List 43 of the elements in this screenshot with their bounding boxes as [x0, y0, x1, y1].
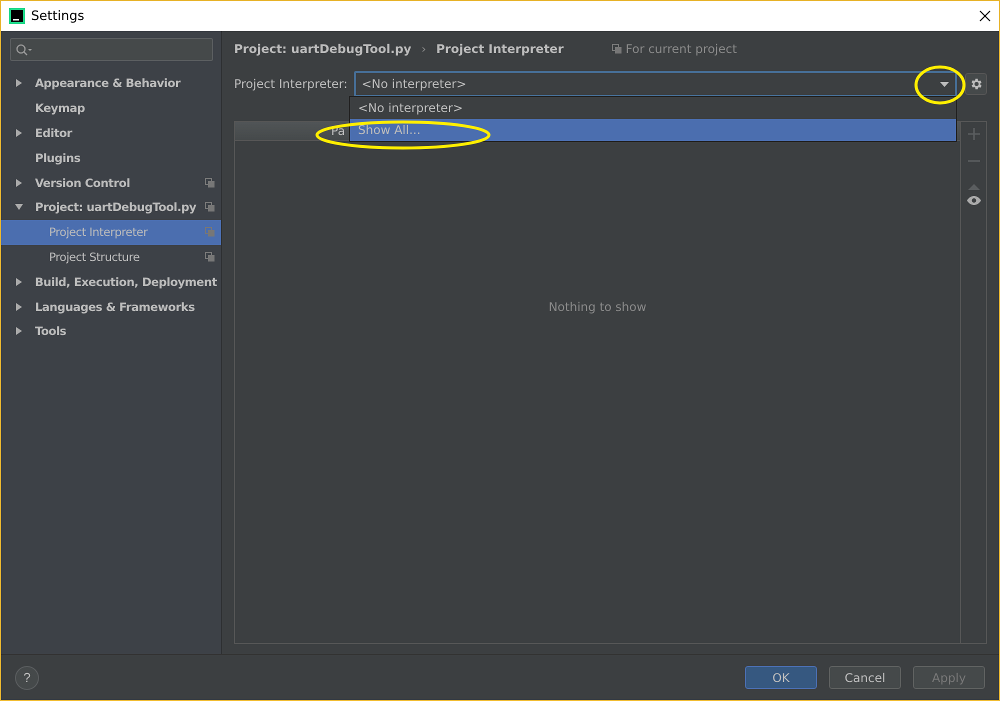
copy-icon: [205, 178, 215, 188]
breadcrumb-separator: ›: [421, 42, 426, 56]
expand-arrow-icon[interactable]: [15, 203, 23, 212]
copy-icon: [205, 227, 215, 238]
expand-arrow-icon[interactable]: [15, 278, 23, 286]
dropdown-option[interactable]: <No interpreter>: [350, 97, 956, 119]
sidebar-item[interactable]: Project Structure: [1, 244, 221, 270]
dialog-button[interactable]: Cancel: [829, 666, 901, 689]
sidebar-item[interactable]: Plugins: [1, 145, 221, 170]
close-icon[interactable]: [979, 10, 991, 22]
sidebar-item[interactable]: Tools: [1, 318, 221, 344]
breadcrumb: Project: uartDebugTool.py: [234, 42, 412, 56]
sidebar-item[interactable]: Build, Execution, Deployment: [1, 269, 221, 294]
expand-arrow-icon[interactable]: [15, 128, 23, 137]
sidebar-item[interactable]: Keymap: [1, 96, 221, 121]
help-button[interactable]: ?: [15, 666, 39, 690]
settings-button[interactable]: [965, 73, 987, 95]
dialog-button[interactable]: OK: [745, 666, 817, 689]
expand-arrow-icon[interactable]: [15, 327, 23, 336]
expand-arrow-icon[interactable]: [15, 178, 23, 187]
empty-message: Nothing to show: [548, 300, 646, 316]
copy-icon: [612, 44, 622, 54]
window-title: Settings: [31, 8, 86, 24]
sidebar-item[interactable]: Languages & Frameworks: [1, 294, 221, 319]
search-icon: [16, 44, 32, 56]
eye-icon[interactable]: [966, 196, 980, 205]
search-field[interactable]: [10, 38, 213, 61]
field-label: Project Interpreter:: [234, 77, 348, 91]
copy-icon: [205, 252, 215, 262]
app-logo-icon: [9, 8, 25, 24]
gear-icon: [969, 77, 983, 91]
sidebar-item[interactable]: Appearance & Behavior: [1, 71, 221, 96]
sidebar-item[interactable]: Project: uartDebugTool.py: [1, 194, 221, 220]
sidebar-item[interactable]: Version Control: [1, 170, 221, 195]
interpreter-dropdown[interactable]: <No interpreter>: [354, 71, 957, 97]
expand-arrow-icon[interactable]: [15, 79, 23, 88]
copy-icon: [205, 202, 215, 212]
breadcrumb: Project Interpreter: [436, 42, 564, 56]
sidebar-item[interactable]: Editor: [1, 120, 221, 146]
expand-arrow-icon[interactable]: [15, 302, 23, 311]
scope-note: For current project: [626, 42, 737, 56]
highlight-ellipse: [914, 66, 966, 104]
caret-icon: [940, 82, 949, 86]
